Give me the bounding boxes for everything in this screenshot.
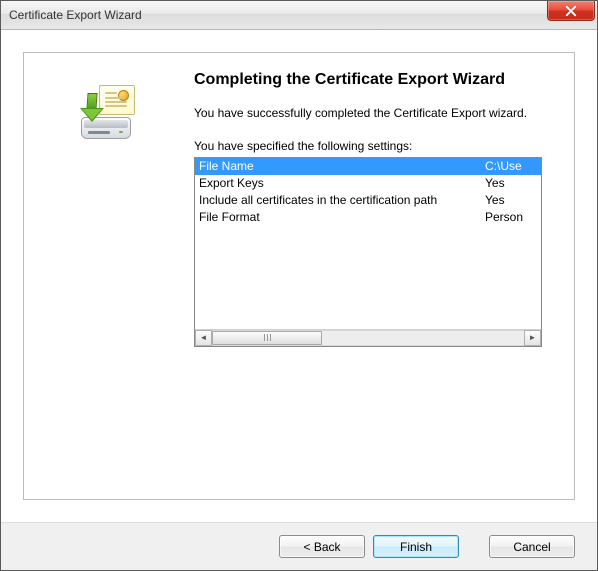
- wizard-window: Certificate Export Wizard: [0, 0, 598, 571]
- scroll-track[interactable]: [212, 330, 524, 346]
- list-row[interactable]: Include all certificates in the certific…: [195, 192, 541, 209]
- list-cell-name: File Name: [195, 158, 483, 175]
- list-cell-value: Yes: [483, 175, 541, 192]
- list-cell-value: Person: [483, 209, 541, 226]
- list-cell-name: File Format: [195, 209, 483, 226]
- scroll-left-button[interactable]: ◄: [195, 330, 212, 346]
- close-button[interactable]: [547, 1, 595, 21]
- window-body: Completing the Certificate Export Wizard…: [1, 30, 597, 570]
- list-row[interactable]: File Format Person: [195, 209, 541, 226]
- window-title: Certificate Export Wizard: [9, 8, 142, 22]
- horizontal-scrollbar[interactable]: ◄ ►: [195, 329, 541, 346]
- list-row[interactable]: Export Keys Yes: [195, 175, 541, 192]
- wizard-success-text: You have successfully completed the Cert…: [194, 105, 558, 121]
- finish-button[interactable]: Finish: [373, 535, 459, 558]
- scroll-right-button[interactable]: ►: [524, 330, 541, 346]
- content-wrap: Completing the Certificate Export Wizard…: [1, 30, 597, 522]
- wizard-main: Completing the Certificate Export Wizard…: [190, 53, 574, 499]
- list-cell-name: Include all certificates in the certific…: [195, 192, 483, 209]
- wizard-heading: Completing the Certificate Export Wizard: [194, 69, 558, 91]
- settings-label: You have specified the following setting…: [194, 139, 558, 153]
- certificate-export-icon: [77, 85, 137, 141]
- listview-body[interactable]: File Name C:\Use Export Keys Yes Include…: [195, 158, 541, 329]
- titlebar[interactable]: Certificate Export Wizard: [1, 1, 597, 30]
- settings-listview[interactable]: File Name C:\Use Export Keys Yes Include…: [194, 157, 542, 347]
- list-cell-value: C:\Use: [483, 158, 541, 175]
- scroll-thumb[interactable]: [212, 331, 322, 345]
- list-cell-value: Yes: [483, 192, 541, 209]
- cancel-button[interactable]: Cancel: [489, 535, 575, 558]
- wizard-sidebar: [24, 53, 190, 499]
- back-button[interactable]: < Back: [279, 535, 365, 558]
- wizard-panel: Completing the Certificate Export Wizard…: [23, 52, 575, 500]
- close-icon: [565, 5, 577, 17]
- download-arrow-icon: [77, 93, 101, 123]
- list-row[interactable]: File Name C:\Use: [195, 158, 541, 175]
- wizard-button-row: < Back Finish Cancel: [1, 522, 597, 570]
- list-cell-name: Export Keys: [195, 175, 483, 192]
